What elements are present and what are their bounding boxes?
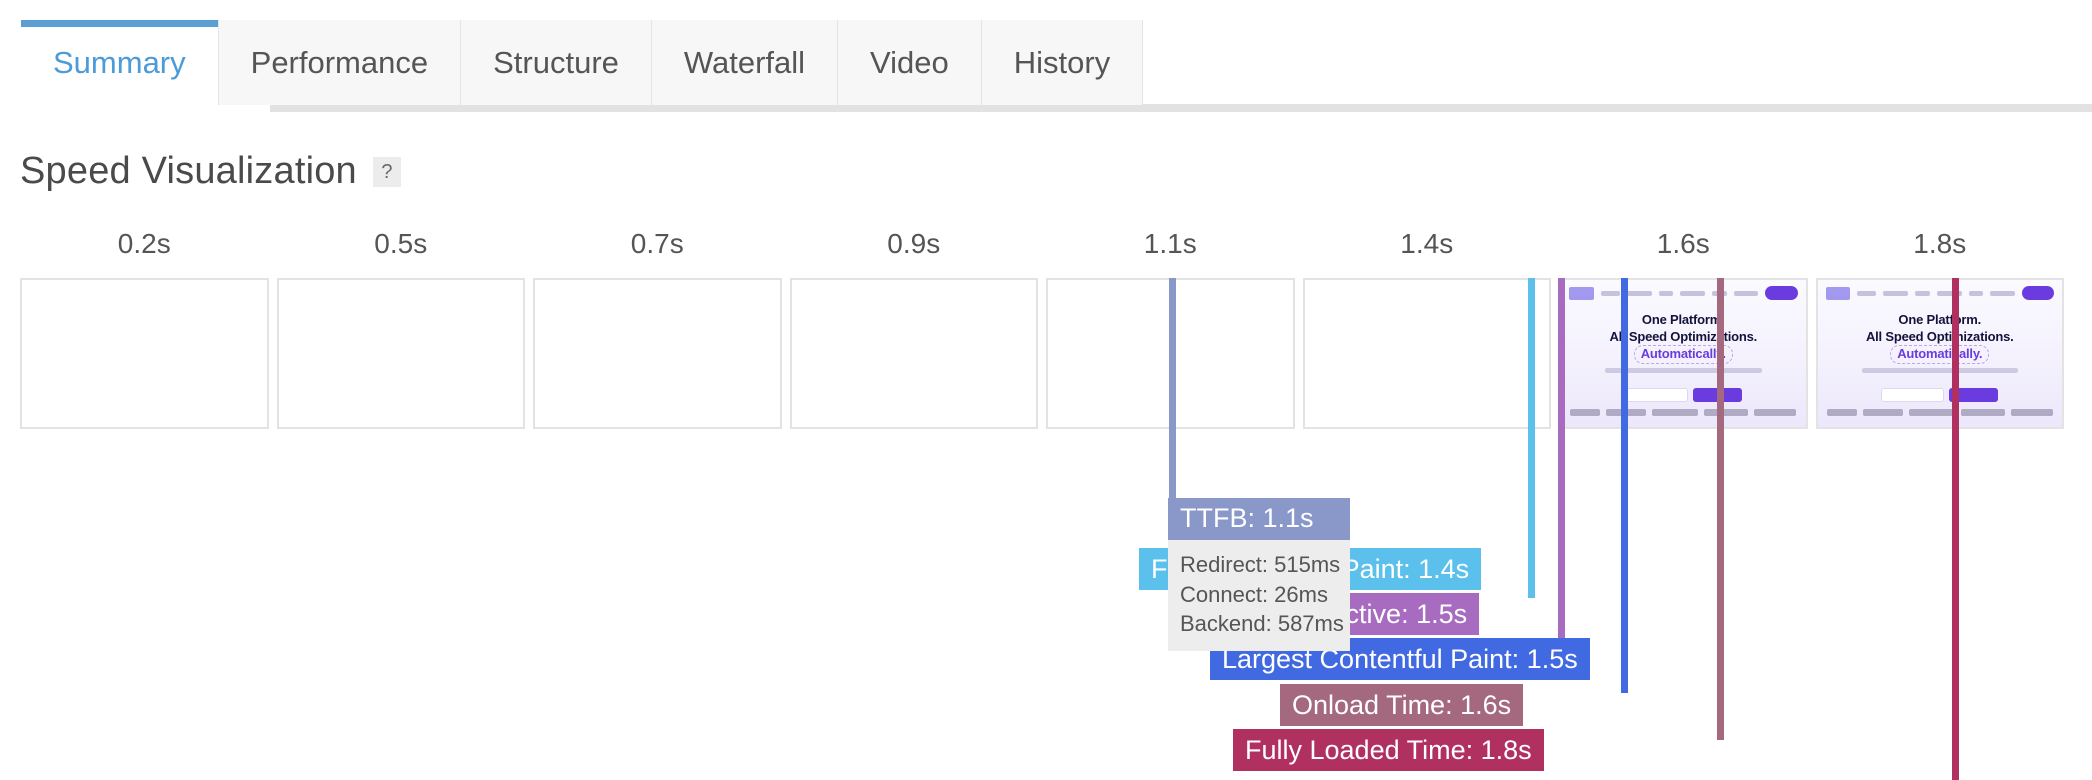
thumbnail-partner-logo-icon bbox=[1652, 408, 1699, 416]
ttfb-title: TTFB: 1.1s bbox=[1168, 498, 1350, 540]
ttfb-breakdown-row: Connect: 26ms bbox=[1180, 581, 1328, 607]
filmstrip-frame[interactable]: One Platform. All Speed Optimizations. Aut… bbox=[1559, 278, 1808, 429]
ttfb-breakdown-rows: Redirect: 515ms Connect: 26ms Backend: 587… bbox=[1168, 540, 1350, 652]
timeline-tick: 0.5s bbox=[374, 228, 428, 259]
timeline-tick: 1.8s bbox=[1913, 228, 1967, 259]
metric-label-fully[interactable]: Fully Loaded Time: 1.8s bbox=[1233, 729, 1544, 771]
tab-performance[interactable]: Performance bbox=[218, 20, 462, 105]
thumbnail-headline-line2: All Speed Optimizations. bbox=[1865, 328, 2014, 344]
thumbnail-form bbox=[1881, 388, 1999, 402]
speed-visualization-page: Summary Performance Structure Waterfall Vide… bbox=[0, 0, 2092, 780]
marker-line-tti bbox=[1558, 278, 1565, 648]
thumbnail-cta-button bbox=[2021, 286, 2055, 300]
thumbnail-headline: One Platform. All Speed Optimizations. Aut… bbox=[1818, 312, 2063, 364]
ttfb-breakdown-row: Backend: 587ms bbox=[1180, 611, 1344, 637]
page-title: Speed Visualization bbox=[20, 150, 357, 192]
thumbnail-headline-line3: Automatically. bbox=[1890, 345, 1990, 364]
tab-structure[interactable]: Structure bbox=[461, 20, 652, 105]
tab-label: Structure bbox=[493, 44, 619, 80]
thumbnail-headline-line2: All Speed Optimizations. bbox=[1609, 328, 1758, 344]
filmstrip-frame[interactable]: One Platform. All Speed Optimizations. Aut… bbox=[1815, 278, 2064, 429]
marker-line-onload bbox=[1717, 278, 1724, 740]
marker-line-fully bbox=[1952, 278, 1959, 780]
timeline-tick: 0.2s bbox=[117, 228, 171, 259]
thumbnail-logo-icon bbox=[1569, 286, 1594, 300]
thumbnail-partner-logo-icon bbox=[1862, 408, 1903, 416]
tab-bar-underline bbox=[270, 104, 2092, 112]
timeline-tick: 0.9s bbox=[887, 228, 941, 259]
thumbnail-subheadline bbox=[1605, 368, 1762, 373]
thumbnail-nav-link bbox=[1915, 290, 1930, 296]
thumbnail-nav-link bbox=[1857, 290, 1877, 296]
timeline-axis: 0.2s 0.5s 0.7s 0.9s 1.1s 1.4s 1.6s 1.8s bbox=[20, 228, 2072, 274]
thumbnail-nav-link bbox=[1733, 290, 1759, 296]
filmstrip-frame[interactable] bbox=[789, 278, 1038, 429]
tab-waterfall[interactable]: Waterfall bbox=[651, 20, 839, 105]
tab-label: Waterfall bbox=[683, 44, 806, 80]
tab-bar: Summary Performance Structure Waterfall Vide… bbox=[0, 20, 2092, 112]
thumbnail-subheadline bbox=[1861, 368, 2018, 373]
thumbnail-navbar bbox=[1561, 280, 1806, 306]
thumbnail-nav-link bbox=[1883, 290, 1909, 296]
filmstrip-frame[interactable] bbox=[276, 278, 525, 429]
tab-summary[interactable]: Summary bbox=[20, 20, 219, 105]
timeline-tick: 1.4s bbox=[1400, 228, 1454, 259]
thumbnail-navbar bbox=[1818, 280, 2063, 306]
tab-label: Summary bbox=[53, 44, 186, 80]
thumbnail-headline: One Platform. All Speed Optimizations. Aut… bbox=[1561, 312, 1806, 364]
thumbnail-partner-logo-icon bbox=[1826, 408, 1857, 416]
thumbnail-partner-logo-icon bbox=[1908, 408, 1955, 416]
section-header: Speed Visualization ? bbox=[20, 150, 401, 193]
tab-label: History bbox=[1013, 44, 1111, 80]
thumbnail-logo-strip bbox=[1561, 403, 1806, 421]
thumbnail-partner-logo-icon bbox=[1960, 408, 2005, 416]
thumbnail-logo-strip bbox=[1818, 403, 2063, 421]
filmstrip-frame[interactable] bbox=[1302, 278, 1551, 429]
help-icon[interactable]: ? bbox=[372, 156, 401, 187]
speed-visualization-timeline: 0.2s 0.5s 0.7s 0.9s 1.1s 1.4s 1.6s 1.8s One Pla… bbox=[20, 228, 2072, 780]
filmstrip-frame[interactable] bbox=[20, 278, 269, 429]
filmstrip: One Platform. All Speed Optimizations. Aut… bbox=[20, 278, 2072, 431]
thumbnail-partner-logo-icon bbox=[1570, 408, 1601, 416]
metric-label-onload[interactable]: Onload Time: 1.6s bbox=[1280, 684, 1524, 726]
filmstrip-thumbnail-image: One Platform. All Speed Optimizations. Aut… bbox=[1817, 280, 2063, 427]
thumbnail-nav-link bbox=[1658, 290, 1674, 296]
tab-history[interactable]: History bbox=[981, 20, 1144, 105]
thumbnail-url-input bbox=[1624, 388, 1688, 402]
thumbnail-headline-line1: One Platform. bbox=[1898, 312, 1982, 327]
marker-line-lcp bbox=[1621, 278, 1628, 693]
thumbnail-partner-logo-icon bbox=[1704, 408, 1749, 416]
thumbnail-nav-link bbox=[1626, 290, 1652, 296]
timeline-tick: 0.7s bbox=[630, 228, 684, 259]
tab-list: Summary Performance Structure Waterfall Vide… bbox=[20, 20, 1144, 105]
filmstrip-frame[interactable] bbox=[533, 278, 782, 429]
tab-video[interactable]: Video bbox=[838, 20, 982, 105]
timeline-tick: 1.6s bbox=[1656, 228, 1710, 259]
thumbnail-form bbox=[1624, 388, 1742, 402]
thumbnail-nav-link bbox=[1990, 290, 2015, 296]
ttfb-breakdown-row: Redirect: 515ms bbox=[1180, 552, 1341, 577]
thumbnail-partner-logo-icon bbox=[1754, 408, 1797, 416]
filmstrip-thumbnail-image: One Platform. All Speed Optimizations. Aut… bbox=[1561, 280, 1806, 427]
marker-line-fcp bbox=[1528, 278, 1535, 598]
tab-label: Video bbox=[870, 44, 949, 80]
thumbnail-partner-logo-icon bbox=[2010, 408, 2053, 416]
thumbnail-nav-link bbox=[1968, 290, 1984, 296]
thumbnail-headline-line1: One Platform. bbox=[1641, 312, 1725, 327]
thumbnail-cta-button bbox=[1765, 286, 1798, 300]
ttfb-breakdown-box[interactable]: TTFB: 1.1s Redirect: 515ms Connect: 26ms Ba… bbox=[1168, 498, 1350, 652]
thumbnail-logo-icon bbox=[1825, 286, 1851, 300]
thumbnail-url-input bbox=[1881, 388, 1945, 402]
timeline-tick: 1.1s bbox=[1143, 228, 1197, 259]
thumbnail-nav-link bbox=[1600, 290, 1620, 296]
thumbnail-nav-link bbox=[1680, 290, 1705, 296]
tab-label: Performance bbox=[250, 44, 429, 80]
